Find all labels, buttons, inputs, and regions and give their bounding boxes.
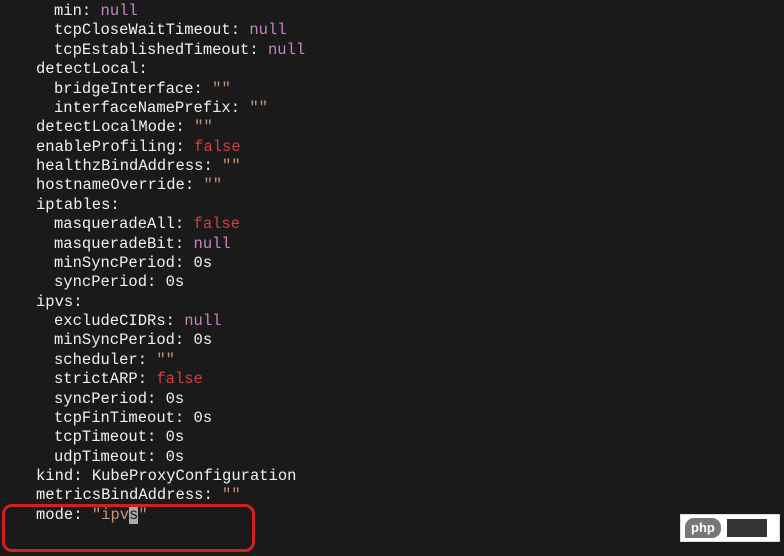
yaml-key: tcpFinTimeout: [54, 409, 175, 427]
code-line: hostnameOverride: "": [18, 176, 784, 195]
code-line: ipvs:: [18, 293, 784, 312]
yaml-value: "": [222, 157, 241, 175]
yaml-key: enableProfiling: [36, 138, 176, 156]
code-line: syncPeriod: 0s: [18, 390, 784, 409]
yaml-code-block: min: nulltcpCloseWaitTimeout: nulltcpEst…: [18, 2, 784, 506]
code-line: udpTimeout: 0s: [18, 448, 784, 467]
yaml-key: hostnameOverride: [36, 176, 185, 194]
yaml-value: 0s: [166, 273, 185, 291]
yaml-key: scheduler: [54, 351, 138, 369]
yaml-key: min: [54, 2, 82, 20]
code-line: tcpTimeout: 0s: [18, 428, 784, 447]
yaml-value: "": [203, 176, 222, 194]
code-line: kind: KubeProxyConfiguration: [18, 467, 784, 486]
cursor: s: [129, 506, 138, 524]
yaml-key: syncPeriod: [54, 273, 147, 291]
yaml-value: 0s: [166, 428, 185, 446]
yaml-key: syncPeriod: [54, 390, 147, 408]
code-line: healthzBindAddress: "": [18, 157, 784, 176]
yaml-value: null: [184, 312, 221, 330]
yaml-key: healthzBindAddress: [36, 157, 203, 175]
yaml-value: 0s: [194, 331, 213, 349]
code-line: metricsBindAddress: "": [18, 486, 784, 505]
yaml-key: tcpTimeout: [54, 428, 147, 446]
code-line: interfaceNamePrefix: "": [18, 99, 784, 118]
yaml-value: null: [194, 235, 231, 253]
yaml-value: "": [249, 99, 268, 117]
yaml-key: iptables: [36, 196, 110, 214]
yaml-key: mode: [36, 506, 73, 524]
code-line: minSyncPeriod: 0s: [18, 254, 784, 273]
yaml-key: minSyncPeriod: [54, 254, 175, 272]
yaml-value: false: [194, 215, 241, 233]
yaml-value: 0s: [166, 390, 185, 408]
yaml-value: "": [212, 80, 231, 98]
yaml-key: tcpCloseWaitTimeout: [54, 21, 231, 39]
yaml-value: 0s: [194, 254, 213, 272]
code-line: detectLocalMode: "": [18, 118, 784, 137]
php-badge: php: [685, 518, 721, 538]
cn-badge: [727, 519, 767, 537]
code-line: masqueradeAll: false: [18, 215, 784, 234]
yaml-key: bridgeInterface: [54, 80, 194, 98]
yaml-key: detectLocalMode: [36, 118, 176, 136]
yaml-key: masqueradeBit: [54, 235, 175, 253]
code-line: iptables:: [18, 196, 784, 215]
code-line: tcpFinTimeout: 0s: [18, 409, 784, 428]
yaml-value: 0s: [166, 448, 185, 466]
yaml-value: null: [249, 21, 286, 39]
code-line: strictARP: false: [18, 370, 784, 389]
code-line: min: null: [18, 2, 784, 21]
yaml-value: null: [101, 2, 138, 20]
yaml-key: interfaceNamePrefix: [54, 99, 231, 117]
yaml-key: masqueradeAll: [54, 215, 175, 233]
code-line: enableProfiling: false: [18, 138, 784, 157]
yaml-key: excludeCIDRs: [54, 312, 166, 330]
code-line: tcpCloseWaitTimeout: null: [18, 21, 784, 40]
yaml-key: minSyncPeriod: [54, 331, 175, 349]
yaml-value: null: [268, 41, 305, 59]
code-line: excludeCIDRs: null: [18, 312, 784, 331]
yaml-key: ipvs: [36, 293, 73, 311]
yaml-value: "": [156, 351, 175, 369]
yaml-key: kind: [36, 467, 73, 485]
code-line-mode: mode: "ipvs": [18, 506, 784, 525]
yaml-value: "": [222, 486, 241, 504]
yaml-value: false: [194, 138, 241, 156]
code-line: scheduler: "": [18, 351, 784, 370]
watermark-logo: php: [680, 514, 780, 542]
code-line: syncPeriod: 0s: [18, 273, 784, 292]
yaml-key: metricsBindAddress: [36, 486, 203, 504]
yaml-key: udpTimeout: [54, 448, 147, 466]
code-line: tcpEstablishedTimeout: null: [18, 41, 784, 60]
code-line: minSyncPeriod: 0s: [18, 331, 784, 350]
yaml-key: strictARP: [54, 370, 138, 388]
yaml-key: tcpEstablishedTimeout: [54, 41, 249, 59]
code-line: masqueradeBit: null: [18, 235, 784, 254]
yaml-key: detectLocal: [36, 60, 138, 78]
code-line: bridgeInterface: "": [18, 80, 784, 99]
yaml-value: KubeProxyConfiguration: [92, 467, 297, 485]
code-line: detectLocal:: [18, 60, 784, 79]
yaml-value: "": [194, 118, 213, 136]
yaml-value: 0s: [194, 409, 213, 427]
yaml-value: false: [156, 370, 203, 388]
